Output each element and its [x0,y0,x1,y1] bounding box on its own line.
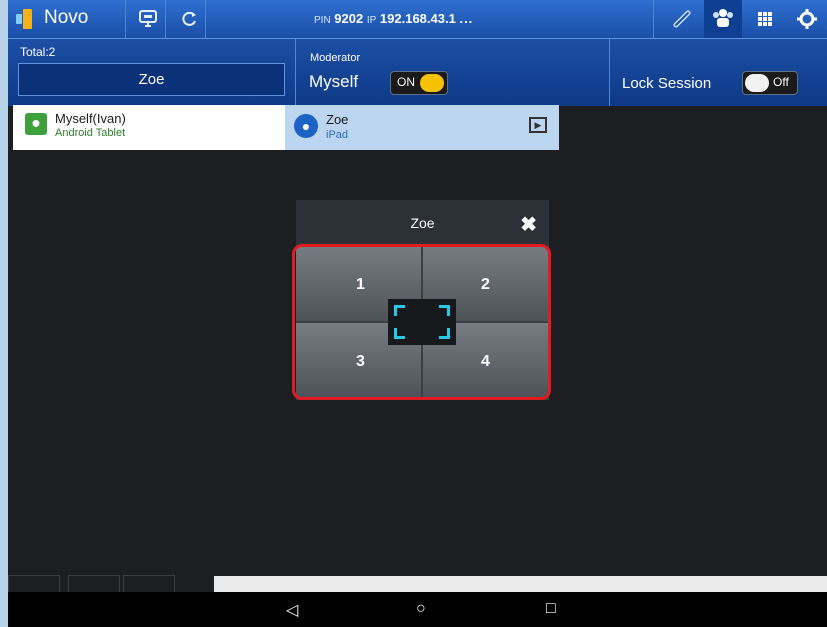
toggle-knob [745,74,769,92]
recents-icon[interactable]: □ [546,600,556,618]
ipad-user-icon: ● [294,114,318,138]
close-icon[interactable]: ✖ [520,212,537,237]
project-to-screen-icon[interactable]: ▶ [529,117,547,133]
gear-icon [797,9,817,29]
tablet-screen: Novo PIN 9202 IP 192.168.43.1 ... Total:… [8,0,827,627]
current-presenter[interactable]: Zoe [18,63,285,96]
lock-session-label: Lock Session [622,75,712,92]
moderator-toggle[interactable]: ON [390,71,448,95]
settings-button[interactable] [788,0,826,38]
apps-grid-button[interactable] [746,0,784,38]
total-count: Total:2 [20,45,56,59]
home-icon[interactable]: ○ [416,600,426,618]
participant-device: iPad [326,129,349,141]
android-nav-bar: ◁ ○ □ [8,592,827,627]
back-icon[interactable]: ◁ [286,600,298,620]
ip-value: 192.168.43.1 [379,11,456,26]
participant-row-selected[interactable]: ● Zoe iPad ▶ [285,105,559,150]
pin-value: 9202 [334,11,364,26]
more-dots[interactable]: ... [459,11,473,26]
connection-info: PIN 9202 IP 192.168.43.1 ... [314,11,474,26]
grid-icon [758,12,772,26]
dialog-title: Zoe [410,215,435,231]
participant-device: Android Tablet [55,127,126,139]
moderator-value: Myself [309,72,359,91]
top-bar: Novo PIN 9202 IP 192.168.43.1 ... [8,0,827,38]
android-user-icon: ● [25,113,47,135]
participant-row[interactable]: ● Myself(Ivan) Android Tablet [13,105,285,150]
bottom-strip [214,576,827,592]
participant-name: Zoe [326,112,349,127]
moderator-label: Moderator [310,52,361,64]
dialog-header: Zoe ✖ [296,200,549,246]
link-button[interactable] [663,0,701,38]
session-bar: Total:2 Zoe Moderator Myself ON Lock Ses… [8,38,827,106]
participants-tab[interactable] [704,0,742,38]
lock-session-toggle[interactable]: Off [742,71,798,95]
participant-name: Myself(Ivan) [55,111,126,126]
toggle-knob [420,74,444,92]
highlight-outline [292,244,551,400]
users-icon [713,9,733,27]
